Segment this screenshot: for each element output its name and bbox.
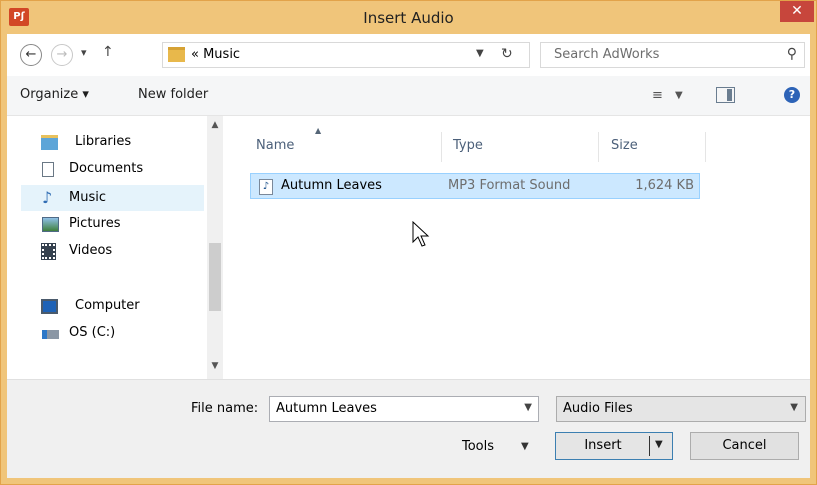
nav-item-documents[interactable]: Documents xyxy=(27,157,203,183)
nav-item-label: Computer xyxy=(75,298,140,313)
navigation-pane: Libraries Documents ♪ Music Pictures Vid… xyxy=(7,116,223,379)
libraries-icon xyxy=(41,135,58,150)
view-dropdown-icon[interactable]: ▼ xyxy=(675,90,683,101)
nav-item-label: Documents xyxy=(69,161,144,176)
address-bar[interactable]: « Music ▼ ↻ xyxy=(162,42,530,68)
dialog-body: ← → ▾ ↑ « Music ▼ ↻ Search AdWorks ⚲ Org… xyxy=(7,34,810,478)
scroll-down-icon[interactable]: ▼ xyxy=(207,361,223,377)
file-type-filter-value: Audio Files xyxy=(563,401,633,416)
scroll-up-icon[interactable]: ▲ xyxy=(207,120,223,136)
address-dropdown-icon[interactable]: ▼ xyxy=(476,48,484,59)
tools-dropdown-icon[interactable]: ▼ xyxy=(521,441,529,452)
music-icon: ♪ xyxy=(42,188,53,207)
view-options-icon[interactable]: ≡ xyxy=(652,88,663,103)
nav-item-os-c[interactable]: OS (C:) xyxy=(27,321,203,347)
back-icon[interactable]: ← xyxy=(20,44,42,66)
pictures-icon xyxy=(42,217,59,232)
insert-options-dropdown-icon[interactable]: ▼ xyxy=(655,439,663,450)
split-divider xyxy=(649,436,650,456)
file-type-dropdown-icon[interactable]: ▼ xyxy=(790,402,798,413)
nav-item-label: Libraries xyxy=(75,134,132,149)
forward-icon[interactable]: → xyxy=(51,44,73,66)
mouse-pointer-icon xyxy=(412,221,430,247)
file-size: 1,624 KB xyxy=(635,178,694,193)
search-box[interactable]: Search AdWorks ⚲ xyxy=(540,42,805,68)
up-arrow-icon[interactable]: ↑ xyxy=(102,44,114,60)
address-path[interactable]: « Music xyxy=(191,47,240,62)
column-header-size[interactable]: Size xyxy=(611,138,638,153)
column-header-type[interactable]: Type xyxy=(453,138,483,153)
folder-icon xyxy=(168,47,185,62)
nav-item-videos[interactable]: Videos xyxy=(27,239,203,265)
file-type: MP3 Format Sound xyxy=(448,178,571,193)
file-name: Autumn Leaves xyxy=(281,178,382,193)
insert-audio-dialog: Pʃ Insert Audio ✕ ← → ▾ ↑ « Music ▼ ↻ Se… xyxy=(0,0,817,485)
insert-button[interactable]: Insert ▼ xyxy=(555,432,673,460)
search-icon[interactable]: ⚲ xyxy=(787,46,797,62)
drive-icon xyxy=(42,330,59,339)
computer-icon xyxy=(41,299,58,314)
column-header-name[interactable]: Name xyxy=(256,138,294,153)
address-row: ← → ▾ ↑ « Music ▼ ↻ Search AdWorks ⚲ xyxy=(7,34,810,76)
scrollbar-thumb[interactable] xyxy=(209,243,221,311)
refresh-icon[interactable]: ↻ xyxy=(501,46,513,62)
column-divider[interactable] xyxy=(598,132,599,162)
filename-value[interactable]: Autumn Leaves xyxy=(276,401,377,416)
file-type-filter[interactable]: Audio Files ▼ xyxy=(556,396,806,422)
column-divider[interactable] xyxy=(441,132,442,162)
new-folder-button[interactable]: New folder xyxy=(138,87,208,102)
filename-label: File name: xyxy=(191,401,259,416)
videos-icon xyxy=(41,243,56,260)
nav-item-computer[interactable]: Computer xyxy=(27,294,203,320)
title-bar[interactable]: Pʃ Insert Audio ✕ xyxy=(1,1,816,34)
recent-locations-chevron-icon[interactable]: ▾ xyxy=(81,46,87,59)
nav-scrollbar[interactable]: ▲ ▼ xyxy=(207,116,223,379)
nav-item-label: Music xyxy=(69,190,106,205)
search-input[interactable]: Search AdWorks xyxy=(554,47,659,62)
filename-field[interactable]: Autumn Leaves ▼ xyxy=(269,396,539,422)
close-button[interactable]: ✕ xyxy=(780,1,814,22)
nav-item-pictures[interactable]: Pictures xyxy=(27,212,203,238)
audio-file-icon: ♪ xyxy=(259,179,273,195)
organize-button[interactable]: Organize ▾ xyxy=(20,87,89,102)
tools-button[interactable]: Tools xyxy=(462,439,494,454)
sort-ascending-icon: ▲ xyxy=(315,126,322,135)
dialog-title: Insert Audio xyxy=(363,9,454,27)
file-list: ▲ Name Type Size ♪ Autumn Leaves MP3 For… xyxy=(229,116,810,379)
command-bar: Organize ▾ New folder ≡ ▼ ? xyxy=(7,76,810,116)
nav-item-label: Pictures xyxy=(69,216,121,231)
filename-dropdown-icon[interactable]: ▼ xyxy=(524,402,532,413)
insert-button-label: Insert xyxy=(584,438,622,453)
preview-pane-icon[interactable] xyxy=(716,87,735,103)
nav-item-music[interactable]: ♪ Music xyxy=(21,185,204,211)
documents-icon xyxy=(42,162,54,177)
help-icon[interactable]: ? xyxy=(784,87,800,103)
nav-item-label: Videos xyxy=(69,243,113,258)
dialog-footer: File name: Autumn Leaves ▼ Audio Files ▼… xyxy=(7,379,810,478)
nav-item-label: OS (C:) xyxy=(69,325,116,340)
cancel-button[interactable]: Cancel xyxy=(690,432,799,460)
column-divider[interactable] xyxy=(705,132,706,162)
file-row[interactable]: ♪ Autumn Leaves MP3 Format Sound 1,624 K… xyxy=(250,173,700,199)
nav-item-libraries[interactable]: Libraries xyxy=(27,130,203,156)
